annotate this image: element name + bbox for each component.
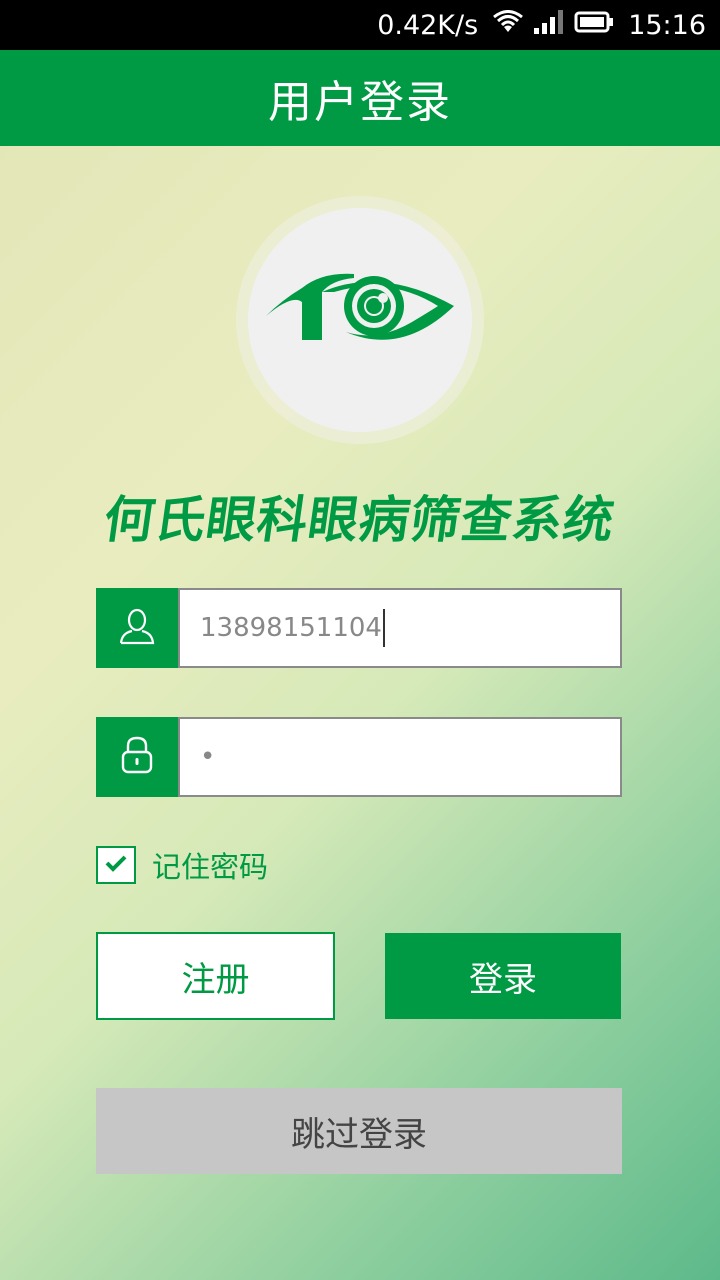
status-icons (492, 9, 614, 42)
remember-password[interactable]: 记住密码 (96, 846, 268, 884)
remember-label: 记住密码 (152, 850, 269, 884)
user-icon (118, 607, 156, 649)
username-field: 13898151104 (96, 588, 622, 668)
title-bar: 用户登录 (0, 50, 720, 146)
lock-icon-box (96, 717, 178, 797)
username-input[interactable]: 13898151104 (178, 588, 622, 668)
password-input[interactable]: • (178, 717, 622, 797)
eye-logo-icon (262, 272, 458, 368)
status-bar: 0.42K/s 15:16 (0, 0, 720, 50)
signal-icon (532, 9, 566, 42)
remember-checkbox[interactable] (96, 846, 136, 884)
status-time: 15:16 (628, 9, 706, 41)
text-cursor (382, 609, 385, 647)
logo-circle (248, 208, 472, 432)
register-button[interactable]: 注册 (96, 932, 335, 1020)
checkmark-icon (104, 853, 128, 877)
lock-icon (120, 735, 154, 779)
network-speed: 0.42K/s (377, 9, 479, 41)
battery-icon (574, 10, 614, 41)
password-field: • (96, 717, 622, 797)
system-name: 何氏眼科眼病筛查系统 (100, 491, 619, 549)
page-title: 用户登录 (268, 77, 452, 128)
username-value: 13898151104 (200, 613, 382, 643)
password-value: • (200, 742, 216, 772)
user-icon-box (96, 588, 178, 668)
login-button[interactable]: 登录 (385, 933, 621, 1019)
skip-login-button[interactable]: 跳过登录 (96, 1088, 622, 1174)
wifi-icon (492, 9, 524, 41)
